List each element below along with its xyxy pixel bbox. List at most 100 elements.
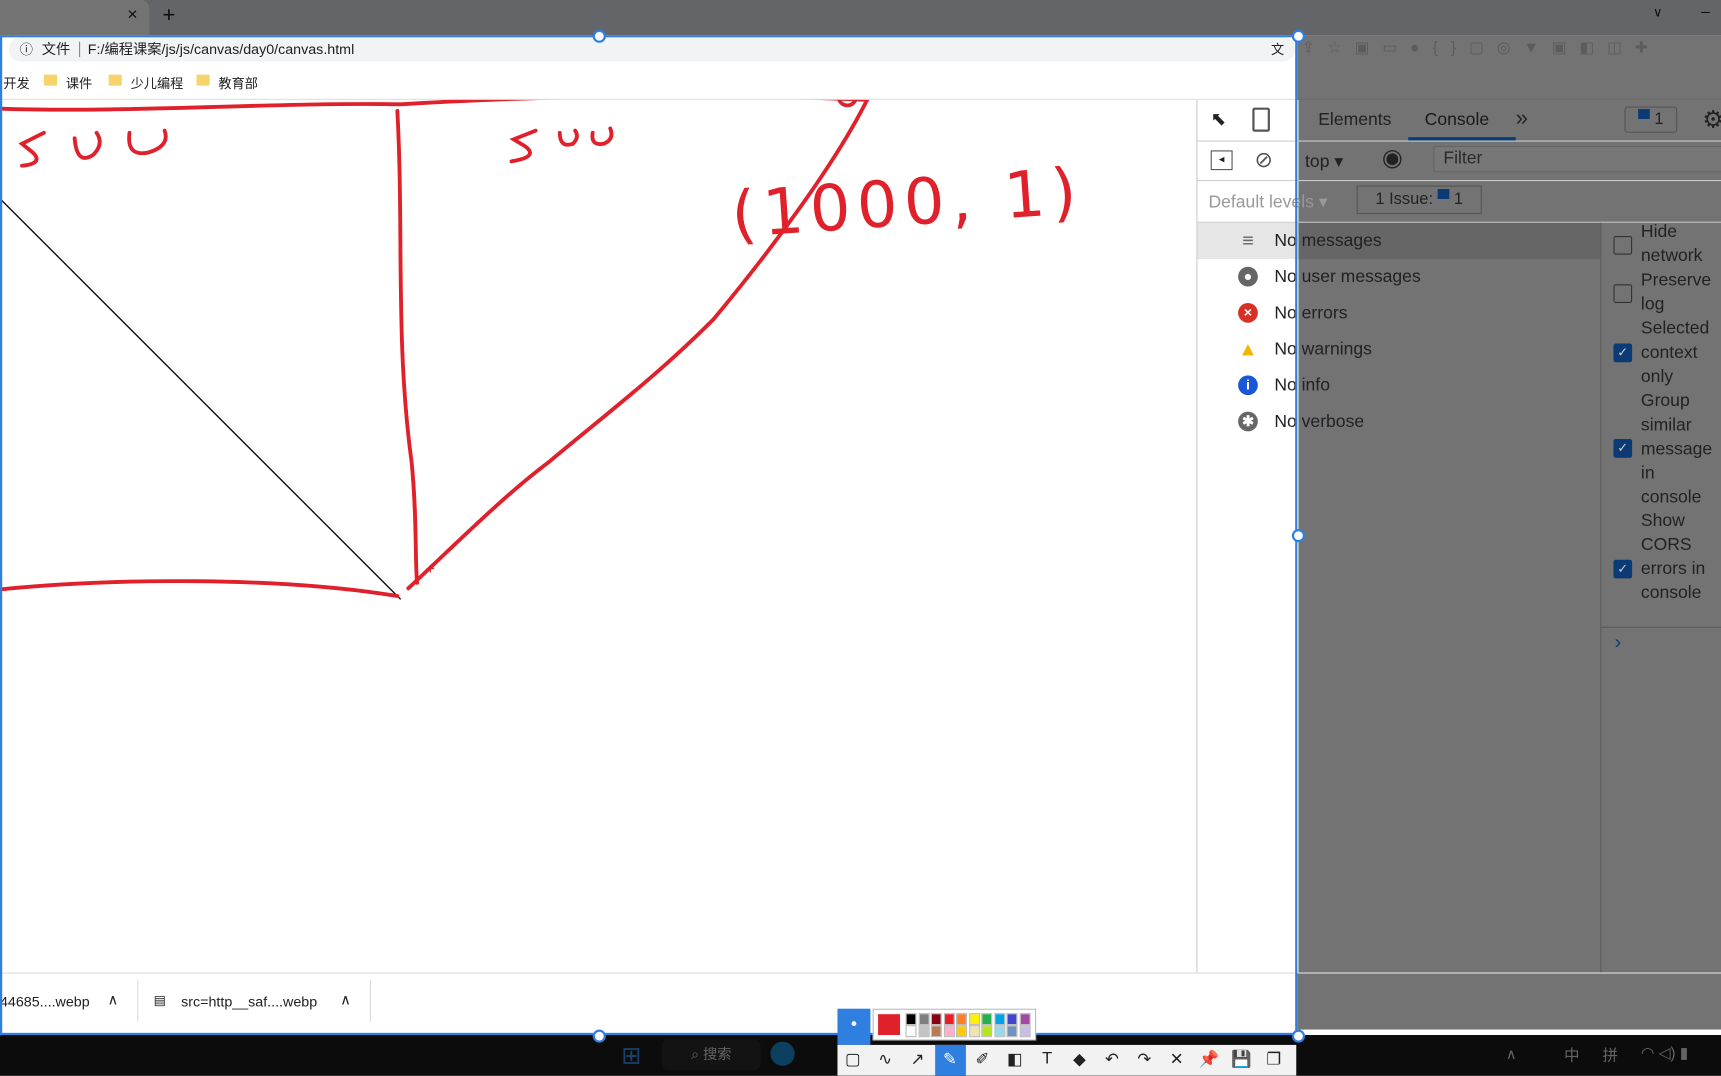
log-levels-dropdown[interactable]: Default levels ▾: [1208, 191, 1327, 213]
point-annotation: (1000, 1): [729, 155, 1085, 253]
annotation-strokes: [0, 99, 870, 598]
console-filter-item[interactable]: ▲ No warnings: [1197, 331, 1601, 367]
color-swatch[interactable]: [981, 1025, 993, 1038]
console-prompt[interactable]: ›: [1615, 631, 1622, 654]
file-icon: ▤: [153, 992, 167, 1008]
snip-tool-button[interactable]: 💾: [1226, 1049, 1257, 1069]
snip-tool-button[interactable]: T: [1032, 1049, 1063, 1068]
issues-count-button[interactable]: 1 Issue: ▀ 1: [1356, 185, 1482, 215]
preserve-log-checkbox[interactable]: [1613, 284, 1633, 303]
bookmark-item[interactable]: 开发: [3, 74, 29, 93]
group-similar-checkbox[interactable]: ✓: [1613, 439, 1633, 458]
list-icon: ≡: [1242, 229, 1254, 252]
error-icon: ×: [1238, 302, 1258, 323]
color-swatch[interactable]: [1019, 1025, 1031, 1038]
color-swatch[interactable]: [993, 1025, 1005, 1038]
download-item[interactable]: src=http__saf....webp: [181, 993, 317, 1009]
snip-tool-button[interactable]: ↗: [902, 1049, 933, 1069]
color-swatch[interactable]: [930, 1025, 942, 1038]
color-swatch[interactable]: [1006, 1013, 1018, 1026]
device-toolbar-icon[interactable]: [1252, 107, 1270, 132]
color-swatch[interactable]: [993, 1013, 1005, 1026]
clear-console-icon[interactable]: ⊘: [1255, 146, 1273, 173]
hide-network-label: Hide network: [1640, 222, 1703, 266]
show-cors-checkbox[interactable]: ✓: [1613, 559, 1633, 579]
console-filter-label: No messages: [1274, 231, 1382, 251]
console-filter-item[interactable]: ✱ No verbose: [1197, 404, 1601, 440]
translate-icon[interactable]: 文: [1271, 37, 1284, 61]
pen-size-button[interactable]: •: [837, 1008, 871, 1045]
inspect-element-icon[interactable]: ⬉: [1211, 109, 1227, 131]
snip-tool-button[interactable]: ∿: [870, 1049, 901, 1069]
chevron-up-icon[interactable]: ∧: [108, 991, 118, 1009]
tab-console[interactable]: Console: [1425, 111, 1489, 131]
console-filter-item[interactable]: i No info: [1197, 368, 1601, 404]
snip-tools: ▢ ∿ ↗ ✎ ✐ ◧ T ◆ ↶ ↷ ✕ 📌 💾 ❐: [837, 1044, 1297, 1076]
color-swatch[interactable]: [930, 1013, 942, 1026]
selected-context-checkbox[interactable]: ✓: [1613, 343, 1633, 363]
console-filter-label: No info: [1274, 376, 1330, 396]
color-swatch[interactable]: [968, 1013, 980, 1026]
color-swatch[interactable]: [918, 1013, 930, 1026]
snip-tool-button[interactable]: ↷: [1129, 1049, 1160, 1069]
folder-icon: [108, 74, 122, 86]
tab-elements[interactable]: Elements: [1318, 111, 1391, 131]
live-expression-eye-icon[interactable]: ◉: [1382, 144, 1403, 173]
snip-toolbar: • ▢ ∿ ↗ ✎ ✐ ◧ T ◆ ↶ ↷ ✕ 📌 💾 ❐: [837, 1008, 1297, 1076]
color-swatch[interactable]: [956, 1025, 967, 1038]
canvas-page[interactable]: (1000, 1) + 500: [0, 99, 1197, 973]
canvas-line: [0, 198, 402, 600]
bookmark-item[interactable]: 少儿编程: [131, 74, 184, 93]
address-prefix: 文件: [41, 40, 71, 58]
message-icon: ▀: [1638, 109, 1650, 129]
info-icon: i: [1238, 375, 1258, 396]
bookmark-item[interactable]: 课件: [66, 74, 92, 93]
snip-tool-button[interactable]: ◆: [1064, 1049, 1095, 1069]
color-swatch[interactable]: [905, 1025, 917, 1038]
bookmark-item[interactable]: 教育部: [218, 74, 258, 93]
color-swatch[interactable]: [956, 1013, 967, 1026]
color-swatch[interactable]: [1006, 1025, 1018, 1038]
snip-tool-button[interactable]: ◧: [999, 1049, 1030, 1069]
canvas-drawing: (1000, 1) +: [0, 99, 1085, 600]
color-swatch[interactable]: [943, 1013, 955, 1026]
download-item[interactable]: 44685....webp: [0, 993, 90, 1009]
chevron-up-icon[interactable]: ∧: [340, 991, 350, 1009]
color-swatch[interactable]: [968, 1025, 980, 1038]
hide-network-checkbox[interactable]: [1613, 235, 1633, 255]
color-palette[interactable]: [872, 1008, 1037, 1041]
console-filter-input[interactable]: [1433, 145, 1721, 173]
settings-gear-icon[interactable]: ⚙: [1702, 105, 1721, 134]
sidebar-toggle-icon[interactable]: ◂: [1210, 150, 1233, 171]
snip-tool-button[interactable]: ✐: [967, 1049, 998, 1069]
color-swatch[interactable]: [1019, 1013, 1031, 1026]
snip-tool-button[interactable]: ↶: [1097, 1049, 1128, 1069]
snip-tool-button[interactable]: ❐: [1258, 1049, 1289, 1069]
snip-tool-button[interactable]: ✎: [934, 1044, 966, 1076]
issues-button[interactable]: ▀ 1: [1624, 106, 1678, 133]
cursor-crosshair: +: [426, 561, 435, 578]
selected-context-label: Selected context only: [1640, 319, 1710, 387]
context-selector[interactable]: top ▾: [1305, 150, 1343, 172]
color-swatch[interactable]: [943, 1025, 955, 1038]
snip-tool-button[interactable]: 📌: [1194, 1049, 1225, 1069]
snip-tool-button[interactable]: ▢: [837, 1049, 868, 1069]
color-swatch[interactable]: [981, 1013, 993, 1026]
console-filter-item[interactable]: ● No user messages: [1197, 259, 1601, 295]
preserve-log-label: Preserve log: [1640, 271, 1712, 314]
color-swatch[interactable]: [905, 1013, 917, 1026]
folder-icon: [43, 74, 58, 86]
show-cors-label: Show CORS errors in console: [1640, 511, 1706, 603]
address-bar[interactable]: ⓘ 文件 F:/编程课案/js/js/canvas/day0/canvas.ht…: [8, 37, 1296, 62]
console-filter-item[interactable]: × No errors: [1197, 295, 1601, 331]
console-filter-label: No warnings: [1274, 340, 1372, 359]
console-filter-item[interactable]: ≡ No messages: [1197, 222, 1602, 260]
folder-icon: [196, 74, 210, 86]
more-tabs-button[interactable]: »: [1516, 106, 1528, 131]
user-icon: ●: [1238, 266, 1258, 287]
console-filter-label: No verbose: [1274, 412, 1365, 432]
color-swatch[interactable]: [918, 1025, 930, 1038]
console-toolbar: ◂ ⊘ top ▾ ◉: [1197, 140, 1721, 182]
snip-tool-button[interactable]: ✕: [1161, 1049, 1192, 1069]
url-text[interactable]: F:/编程课案/js/js/canvas/day0/canvas.html: [88, 37, 354, 61]
